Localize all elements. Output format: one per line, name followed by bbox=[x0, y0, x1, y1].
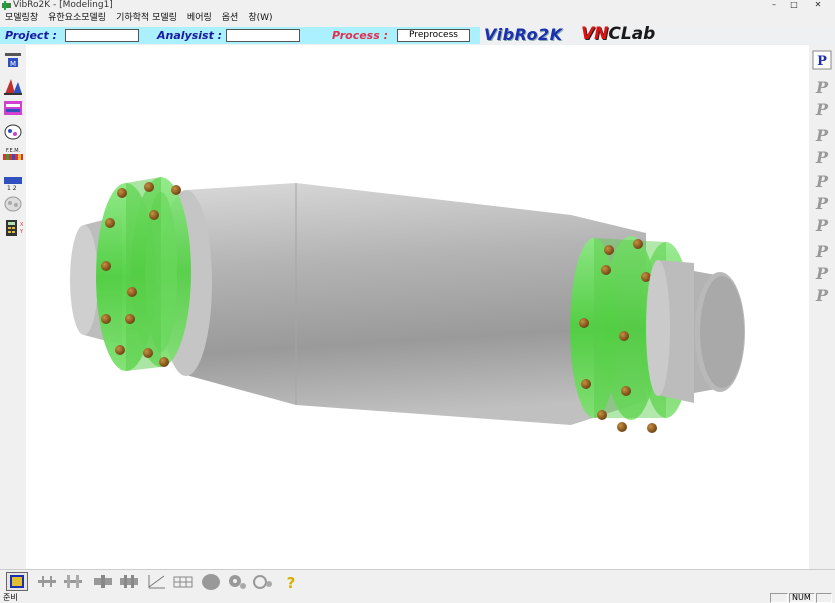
project-label: Project : bbox=[5, 29, 57, 42]
p-icon-10[interactable]: P bbox=[812, 285, 832, 305]
menu-window[interactable]: 창(W) bbox=[243, 11, 277, 26]
calculator-icon[interactable]: XY bbox=[3, 218, 24, 238]
coupling-2-icon[interactable] bbox=[118, 572, 140, 591]
right-toolbar: P P P P P P P P P P P bbox=[809, 45, 835, 569]
shaft-element-icon[interactable] bbox=[36, 572, 58, 591]
menu-bar: 모델링창 유한요소모델링 기하학적 모델링 베어링 옵션 창(W) bbox=[0, 11, 835, 26]
help-icon[interactable]: ? bbox=[280, 572, 302, 592]
left-toolbar: M F.E.M. 1 2 XY bbox=[0, 45, 26, 569]
shaft-model-icon[interactable]: M bbox=[3, 50, 23, 70]
svg-text:Y: Y bbox=[19, 229, 23, 235]
shaft-split-icon[interactable] bbox=[62, 572, 84, 591]
status-num-indicator: NUM bbox=[789, 593, 815, 603]
svg-text:P: P bbox=[815, 242, 829, 261]
model-viewport[interactable] bbox=[26, 45, 809, 569]
node-numbering-icon[interactable]: 1 2 bbox=[3, 172, 23, 192]
p-icon-5[interactable]: P bbox=[812, 171, 832, 191]
app-icon bbox=[2, 1, 11, 10]
svg-text:M: M bbox=[10, 60, 16, 68]
analysist-field[interactable] bbox=[226, 29, 300, 42]
rotor-model bbox=[70, 177, 745, 433]
process-p-icon[interactable]: P bbox=[812, 50, 832, 70]
process-label: Process : bbox=[332, 29, 389, 42]
gear-icon[interactable] bbox=[226, 572, 248, 591]
vibro2k-logo: VibRo2K bbox=[484, 25, 563, 44]
maximize-button[interactable]: □ bbox=[785, 0, 803, 10]
svg-text:P: P bbox=[815, 172, 829, 191]
close-button[interactable]: ✕ bbox=[805, 0, 831, 10]
svg-text:P: P bbox=[815, 194, 829, 213]
svg-text:P: P bbox=[815, 100, 829, 119]
p-icon-9[interactable]: P bbox=[812, 263, 832, 283]
svg-text:X: X bbox=[20, 222, 23, 228]
window-title: VibRo2K - [Modeling1] bbox=[13, 0, 113, 10]
disk-shape-icon[interactable] bbox=[200, 572, 222, 591]
rotor-section-icon[interactable] bbox=[3, 98, 23, 118]
svg-text:P: P bbox=[815, 78, 829, 97]
graph-icon[interactable] bbox=[146, 572, 168, 591]
process-field[interactable]: Preprocess bbox=[397, 29, 470, 42]
project-field[interactable] bbox=[65, 29, 139, 42]
p-icon-7[interactable]: P bbox=[812, 215, 832, 235]
svg-text:P: P bbox=[815, 286, 829, 305]
geometry-icon[interactable] bbox=[3, 76, 23, 96]
status-panel-blank-2 bbox=[816, 593, 832, 603]
coupling-icon[interactable] bbox=[92, 572, 114, 591]
vnclab-logo: VNCLab bbox=[581, 24, 656, 44]
svg-text:P: P bbox=[815, 264, 829, 283]
fem-icon[interactable]: F.E.M. bbox=[2, 146, 24, 166]
analysist-label: Analysist : bbox=[157, 29, 223, 42]
status-panel-blank bbox=[770, 593, 788, 603]
menu-options[interactable]: 옵션 bbox=[217, 11, 244, 26]
svg-text:?: ? bbox=[287, 574, 296, 591]
svg-text:F.E.M.: F.E.M. bbox=[6, 148, 21, 154]
status-bar: 준비 NUM bbox=[0, 592, 835, 603]
menu-fem-modeling[interactable]: 유한요소모델링 bbox=[43, 11, 111, 26]
bottom-toolbar: ? bbox=[0, 569, 835, 593]
bearing-icon[interactable] bbox=[3, 194, 23, 214]
p-icon-3[interactable]: P bbox=[812, 125, 832, 145]
status-ready-text: 준비 bbox=[3, 593, 18, 602]
p-icon-4[interactable]: P bbox=[812, 147, 832, 167]
svg-text:P: P bbox=[815, 216, 829, 235]
modeling-window-icon[interactable] bbox=[6, 572, 28, 591]
p-icon-2[interactable]: P bbox=[812, 99, 832, 119]
fem-mesh-icon[interactable] bbox=[172, 572, 194, 591]
menu-geometric-modeling[interactable]: 기하학적 모델링 bbox=[111, 11, 182, 26]
svg-text:P: P bbox=[815, 126, 829, 145]
title-bar: VibRo2K - [Modeling1] – □ ✕ bbox=[0, 0, 835, 11]
menu-bearing[interactable]: 베어링 bbox=[182, 11, 217, 26]
svg-text:P: P bbox=[817, 54, 827, 69]
p-icon-6[interactable]: P bbox=[812, 193, 832, 213]
svg-text:1 2: 1 2 bbox=[7, 185, 17, 192]
menu-modeling-window[interactable]: 모델링창 bbox=[0, 11, 43, 26]
minimize-button[interactable]: – bbox=[765, 0, 783, 10]
svg-text:P: P bbox=[815, 148, 829, 167]
disk-icon[interactable] bbox=[3, 122, 23, 142]
gear-2-icon[interactable] bbox=[252, 572, 274, 591]
p-icon-8[interactable]: P bbox=[812, 241, 832, 261]
p-icon-1[interactable]: P bbox=[812, 77, 832, 97]
